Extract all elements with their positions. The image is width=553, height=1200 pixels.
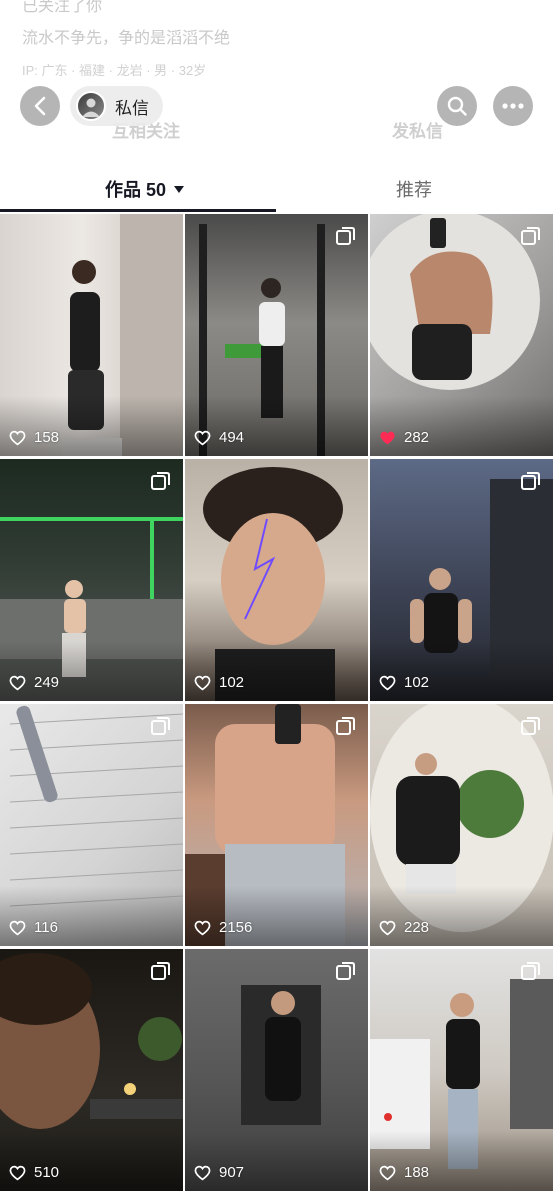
active-tab-indicator	[0, 209, 276, 212]
multi-photo-icon	[336, 962, 355, 980]
video-tile[interactable]: 2156	[185, 704, 368, 946]
like-count: 188	[379, 1164, 429, 1181]
like-count-value: 249	[34, 674, 60, 691]
like-count-value: 102	[404, 674, 430, 691]
multi-photo-icon	[151, 472, 170, 490]
search-icon	[447, 96, 467, 116]
send-message-button[interactable]: 发私信	[392, 117, 443, 142]
tile-shade	[0, 396, 183, 456]
tab-works[interactable]: 作品 50	[105, 176, 185, 202]
video-tile[interactable]: 494	[185, 214, 368, 456]
like-count: 2156	[194, 919, 252, 936]
like-count: 282	[379, 429, 429, 446]
video-tile[interactable]: 907	[185, 949, 368, 1191]
like-count-value: 907	[219, 1164, 245, 1181]
more-icon	[502, 103, 524, 109]
back-button[interactable]	[20, 86, 60, 126]
tile-shade	[370, 396, 553, 456]
video-tile[interactable]: 249	[0, 459, 183, 701]
like-count-value: 494	[219, 429, 245, 446]
video-tile[interactable]: 158	[0, 214, 183, 456]
heart-icon	[9, 430, 26, 445]
like-count-value: 158	[34, 429, 60, 446]
more-button[interactable]	[493, 86, 533, 126]
tab-recommend[interactable]: 推荐	[396, 176, 432, 202]
tab-works-label: 作品 50	[105, 180, 167, 200]
heart-icon	[194, 430, 211, 445]
heart-icon	[9, 1165, 26, 1180]
tile-shade	[185, 1131, 368, 1191]
like-count-value: 2156	[219, 919, 253, 936]
caret-down-icon	[174, 185, 185, 193]
profile-meta: IP: 广东 · 福建 · 龙岩 · 男 · 32岁	[22, 63, 207, 78]
like-count-value: 102	[219, 674, 245, 691]
multi-photo-icon	[521, 717, 540, 735]
tile-shade	[0, 641, 183, 701]
multi-photo-icon	[151, 717, 170, 735]
back-arrow-icon	[34, 96, 46, 116]
multi-photo-icon	[521, 472, 540, 490]
video-tile[interactable]: 510	[0, 949, 183, 1191]
content-tabs: 作品 50 推荐	[0, 160, 553, 214]
profile-bio: 流水不争先，争的是滔滔不绝	[22, 30, 231, 47]
like-count: 102	[194, 674, 244, 691]
heart-filled-icon	[380, 431, 395, 444]
user-avatar-icon	[82, 98, 100, 117]
tile-shade	[0, 886, 183, 946]
like-count-value: 188	[404, 1164, 430, 1181]
like-count: 249	[9, 674, 59, 691]
tile-shade	[370, 886, 553, 946]
avatar	[76, 91, 106, 121]
like-count-value: 228	[404, 919, 430, 936]
tile-shade	[370, 1131, 553, 1191]
heart-icon	[194, 675, 211, 690]
heart-icon	[9, 920, 26, 935]
like-count-value: 510	[34, 1164, 60, 1181]
video-tile[interactable]: 102	[370, 459, 553, 701]
search-button[interactable]	[437, 86, 477, 126]
tile-shade	[0, 1131, 183, 1191]
like-count: 228	[379, 919, 429, 936]
like-count: 510	[9, 1164, 59, 1181]
multi-photo-icon	[521, 962, 540, 980]
heart-icon	[9, 675, 26, 690]
like-count-value: 116	[34, 919, 58, 936]
tile-shade	[370, 641, 553, 701]
multi-photo-icon	[336, 227, 355, 245]
video-tile[interactable]: 102	[185, 459, 368, 701]
like-count-value: 282	[404, 429, 430, 446]
like-count: 907	[194, 1164, 244, 1181]
tile-shade	[185, 886, 368, 946]
multi-photo-icon	[521, 227, 540, 245]
like-count: 102	[379, 674, 429, 691]
video-tile[interactable]: 116	[0, 704, 183, 946]
tile-shade	[185, 641, 368, 701]
video-tile[interactable]: 228	[370, 704, 553, 946]
like-count: 116	[9, 919, 58, 936]
heart-icon	[379, 920, 396, 935]
profile-header: 已关注了你 流水不争先，争的是滔滔不绝 IP: 广东 · 福建 · 龙岩 · 男…	[0, 0, 553, 160]
video-tile[interactable]: 282	[370, 214, 553, 456]
follow-status: 已关注了你	[22, 0, 103, 15]
multi-photo-icon	[151, 962, 170, 980]
heart-icon	[379, 675, 396, 690]
tile-shade	[185, 396, 368, 456]
multi-photo-icon	[336, 717, 355, 735]
chip-label: 私信	[115, 98, 149, 118]
like-count: 494	[194, 429, 244, 446]
heart-icon	[379, 1165, 396, 1180]
heart-icon	[194, 920, 211, 935]
heart-icon	[194, 1165, 211, 1180]
like-count: 158	[9, 429, 59, 446]
video-tile[interactable]: 188	[370, 949, 553, 1191]
direct-message-chip[interactable]: 私信	[70, 86, 163, 126]
